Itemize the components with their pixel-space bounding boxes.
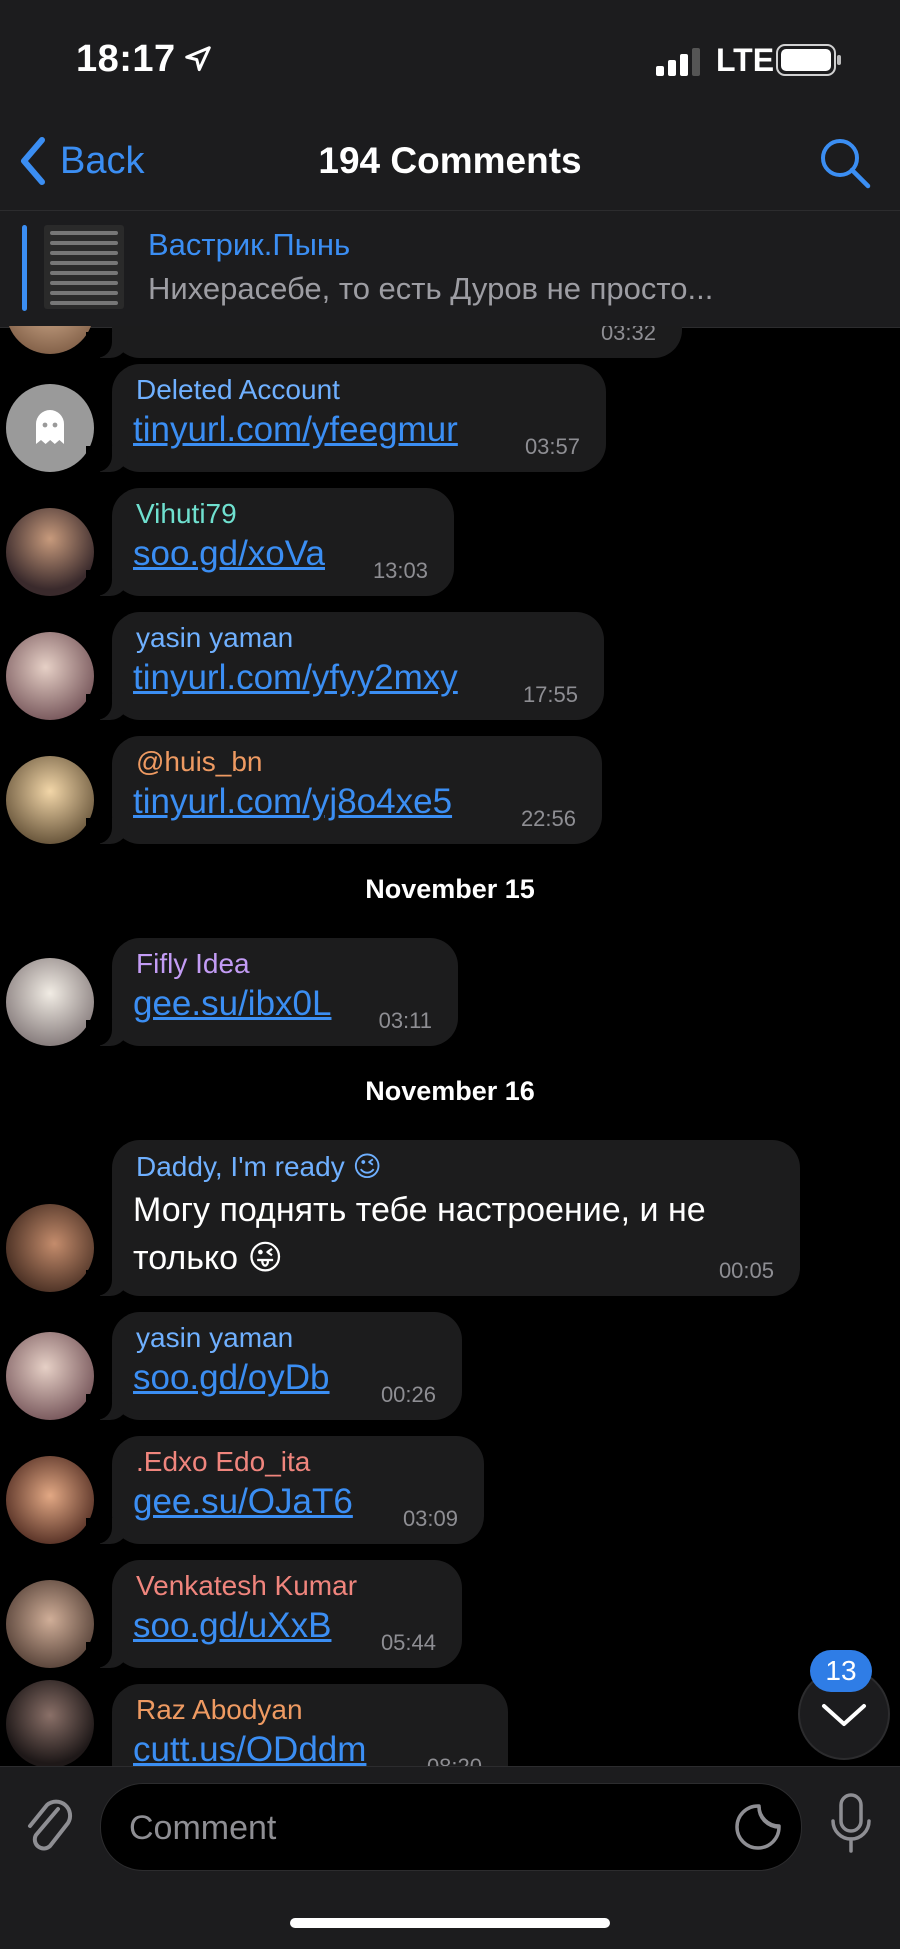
comment-author[interactable]: Fifly Idea [136, 948, 250, 980]
avatar [6, 1332, 94, 1420]
ghost-icon [36, 410, 64, 444]
comment-author[interactable]: Deleted Account [136, 374, 340, 406]
microphone-icon [831, 1793, 871, 1853]
comment-field [100, 1783, 802, 1872]
comment-author[interactable]: .Edxo Edo_ita [136, 1446, 310, 1478]
cellular-signal-icon [656, 48, 700, 76]
search-icon [821, 139, 871, 189]
comment-bubble[interactable]: Deleted Account tinyurl.com/yfeegmur 03:… [86, 364, 606, 472]
paperclip-icon [28, 1799, 73, 1851]
status-bar: 18:17 LTE [0, 0, 900, 120]
avatar [6, 508, 94, 596]
comment-link[interactable]: cutt.us/ODddm [133, 1730, 366, 1766]
comment-bubble[interactable]: yasin yaman tinyurl.com/yfyy2mxy 17:55 [86, 612, 604, 720]
comment-author[interactable]: yasin yaman [136, 1322, 293, 1354]
comment-link[interactable]: gee.su/ibx0L [133, 984, 331, 1024]
comment-time: 17:55 [522, 682, 578, 707]
date-separator: November 16 [365, 1076, 535, 1106]
avatar [6, 1680, 94, 1766]
comment-link[interactable]: tinyurl.com/yfeegmur [133, 410, 458, 450]
pinned-accent-bar [22, 225, 27, 311]
voice-message-button[interactable] [826, 1791, 876, 1862]
home-indicator [290, 1918, 610, 1928]
comment-author[interactable]: Venkatesh Kumar [136, 1570, 357, 1602]
attach-button[interactable] [22, 1795, 78, 1866]
comment-bubble[interactable]: Daddy, I'm ready 😉 Могу поднять тебе нас… [86, 1140, 800, 1296]
post-preview-text: Нихерасебе, то есть Дуров не просто... [148, 271, 714, 306]
comment-time: 03:57 [524, 434, 580, 459]
avatar [6, 326, 94, 354]
comment-input[interactable] [127, 1784, 731, 1872]
comment-bubble[interactable]: Raz Abodyan cutt.us/ODddm 08:20 [112, 1684, 508, 1766]
nav-bar: Back 194 Comments [0, 120, 900, 210]
avatar [6, 384, 94, 472]
post-thumbnail [44, 225, 124, 309]
comment-author[interactable]: Vihuti79 [136, 498, 237, 530]
comment-time: 03:32 [600, 326, 656, 345]
comment-author[interactable]: Raz Abodyan [136, 1694, 303, 1726]
comment-bubble[interactable]: yasin yaman soo.gd/oyDb 00:26 [86, 1312, 462, 1420]
comment-time: 00:05 [718, 1258, 774, 1283]
sticker-button[interactable] [733, 1802, 783, 1857]
avatar [6, 958, 94, 1046]
comment-time: 03:09 [402, 1506, 458, 1531]
pinned-post-header[interactable]: Вастрик.Пынь Нихерасебе, то есть Дуров н… [0, 210, 900, 328]
comment-author[interactable]: yasin yaman [136, 622, 293, 654]
comments-feed[interactable]: 03:32 Deleted Account tinyurl.com/yfeegm… [0, 326, 900, 1766]
date-separator: November 15 [365, 874, 535, 904]
comment-bubble[interactable]: 03:32 [86, 326, 682, 358]
search-button[interactable] [818, 136, 872, 195]
comment-link[interactable]: gee.su/OJaT6 [133, 1482, 353, 1522]
battery-icon [776, 44, 841, 76]
comment-link[interactable]: soo.gd/uXxB [133, 1606, 331, 1646]
unread-count-badge: 13 [810, 1650, 872, 1692]
avatar [6, 1204, 94, 1292]
avatar [6, 1580, 94, 1668]
sticker-icon [735, 1804, 781, 1850]
location-arrow-icon [185, 46, 211, 72]
page-title: 194 Comments [318, 140, 582, 181]
comment-bubble[interactable]: @huis_bn tinyurl.com/yj8o4xe5 22:56 [86, 736, 602, 844]
comment-time: 00:26 [380, 1382, 436, 1407]
comment-link[interactable]: soo.gd/oyDb [133, 1358, 330, 1398]
status-time: 18:17 [76, 38, 176, 80]
comment-time: 08:20 [427, 1754, 482, 1766]
comment-time: 22:56 [520, 806, 576, 831]
comment-bubble[interactable]: Vihuti79 soo.gd/xoVa 13:03 [86, 488, 454, 596]
comment-bubble[interactable]: Venkatesh Kumar soo.gd/uXxB 05:44 [86, 1560, 462, 1668]
comment-time: 13:03 [372, 558, 428, 583]
comment-time: 05:44 [380, 1630, 436, 1655]
post-channel-name: Вастрик.Пынь [148, 227, 351, 262]
comment-link[interactable]: tinyurl.com/yj8o4xe5 [133, 782, 452, 822]
avatar [6, 632, 94, 720]
comment-bubble[interactable]: Fifly Idea gee.su/ibx0L 03:11 [86, 938, 458, 1046]
carrier-label: LTE [716, 42, 775, 78]
avatar [6, 756, 94, 844]
comment-author[interactable]: @huis_bn [136, 746, 263, 778]
comment-text: Могу поднять тебе настроение, и не тольк… [133, 1191, 706, 1277]
comment-link[interactable]: tinyurl.com/yfyy2mxy [133, 658, 458, 698]
comment-time: 03:11 [378, 1008, 432, 1033]
comment-bubble[interactable]: .Edxo Edo_ita gee.su/OJaT6 03:09 [86, 1436, 484, 1544]
comment-author[interactable]: Daddy, I'm ready 😉 [136, 1150, 382, 1183]
avatar [6, 1456, 94, 1544]
comment-link[interactable]: soo.gd/xoVa [133, 534, 325, 574]
